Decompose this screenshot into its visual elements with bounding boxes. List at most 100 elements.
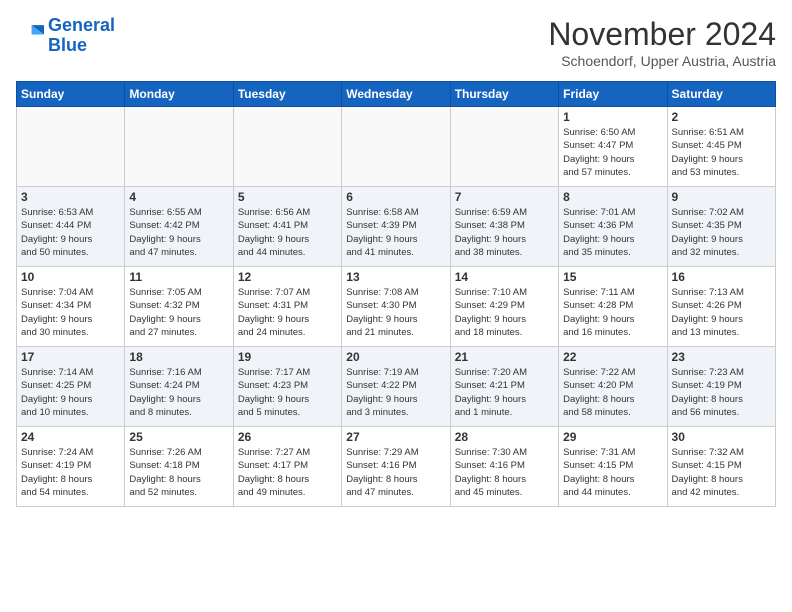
day-cell: 5 Sunrise: 6:56 AM Sunset: 4:41 PM Daylig…: [233, 187, 341, 267]
day-info: Sunrise: 6:53 AM Sunset: 4:44 PM Dayligh…: [21, 206, 120, 259]
day-number: 22: [563, 350, 662, 364]
weekday-header-saturday: Saturday: [667, 82, 775, 107]
day-number: 18: [129, 350, 228, 364]
day-info: Sunrise: 7:29 AM Sunset: 4:16 PM Dayligh…: [346, 446, 445, 499]
location-subtitle: Schoendorf, Upper Austria, Austria: [548, 53, 776, 69]
day-cell: 17 Sunrise: 7:14 AM Sunset: 4:25 PM Dayli…: [17, 347, 125, 427]
weekday-header-friday: Friday: [559, 82, 667, 107]
day-number: 13: [346, 270, 445, 284]
day-cell: 16Sunrise: 7:13 AM Sunset: 4:26 PM Dayli…: [667, 267, 775, 347]
day-info: Sunrise: 7:17 AM Sunset: 4:23 PM Dayligh…: [238, 366, 337, 419]
day-number: 29: [563, 430, 662, 444]
day-number: 19: [238, 350, 337, 364]
day-number: 6: [346, 190, 445, 204]
day-number: 12: [238, 270, 337, 284]
day-info: Sunrise: 7:19 AM Sunset: 4:22 PM Dayligh…: [346, 366, 445, 419]
day-cell: 14 Sunrise: 7:10 AM Sunset: 4:29 PM Dayli…: [450, 267, 558, 347]
month-title: November 2024: [548, 16, 776, 53]
day-number: 15: [563, 270, 662, 284]
day-number: 20: [346, 350, 445, 364]
logo-icon: [16, 22, 44, 50]
day-cell: [17, 107, 125, 187]
day-number: 9: [672, 190, 771, 204]
page-header: General Blue November 2024 Schoendorf, U…: [16, 16, 776, 69]
day-number: 8: [563, 190, 662, 204]
day-number: 16: [672, 270, 771, 284]
day-info: Sunrise: 7:22 AM Sunset: 4:20 PM Dayligh…: [563, 366, 662, 419]
day-cell: 27 Sunrise: 7:29 AM Sunset: 4:16 PM Dayli…: [342, 427, 450, 507]
day-cell: 24Sunrise: 7:24 AM Sunset: 4:19 PM Dayli…: [17, 427, 125, 507]
day-info: Sunrise: 7:20 AM Sunset: 4:21 PM Dayligh…: [455, 366, 554, 419]
day-number: 28: [455, 430, 554, 444]
day-number: 26: [238, 430, 337, 444]
weekday-header-wednesday: Wednesday: [342, 82, 450, 107]
day-cell: 2Sunrise: 6:51 AM Sunset: 4:45 PM Daylig…: [667, 107, 775, 187]
day-cell: 30 Sunrise: 7:32 AM Sunset: 4:15 PM Dayli…: [667, 427, 775, 507]
calendar-table: SundayMondayTuesdayWednesdayThursdayFrid…: [16, 81, 776, 507]
day-cell: 13 Sunrise: 7:08 AM Sunset: 4:30 PM Dayli…: [342, 267, 450, 347]
day-cell: 28 Sunrise: 7:30 AM Sunset: 4:16 PM Dayli…: [450, 427, 558, 507]
day-cell: 4 Sunrise: 6:55 AM Sunset: 4:42 PM Daylig…: [125, 187, 233, 267]
weekday-header-tuesday: Tuesday: [233, 82, 341, 107]
day-number: 30: [672, 430, 771, 444]
week-row-1: 1 Sunrise: 6:50 AM Sunset: 4:47 PM Daylig…: [17, 107, 776, 187]
day-cell: 6Sunrise: 6:58 AM Sunset: 4:39 PM Daylig…: [342, 187, 450, 267]
day-cell: 20 Sunrise: 7:19 AM Sunset: 4:22 PM Dayli…: [342, 347, 450, 427]
logo: General Blue: [16, 16, 115, 56]
day-cell: 25Sunrise: 7:26 AM Sunset: 4:18 PM Dayli…: [125, 427, 233, 507]
day-info: Sunrise: 6:55 AM Sunset: 4:42 PM Dayligh…: [129, 206, 228, 259]
day-cell: [342, 107, 450, 187]
day-info: Sunrise: 7:23 AM Sunset: 4:19 PM Dayligh…: [672, 366, 771, 419]
day-cell: 1 Sunrise: 6:50 AM Sunset: 4:47 PM Daylig…: [559, 107, 667, 187]
day-number: 5: [238, 190, 337, 204]
week-row-4: 17 Sunrise: 7:14 AM Sunset: 4:25 PM Dayli…: [17, 347, 776, 427]
day-info: Sunrise: 6:59 AM Sunset: 4:38 PM Dayligh…: [455, 206, 554, 259]
day-info: Sunrise: 7:04 AM Sunset: 4:34 PM Dayligh…: [21, 286, 120, 339]
day-cell: 9Sunrise: 7:02 AM Sunset: 4:35 PM Daylig…: [667, 187, 775, 267]
day-number: 4: [129, 190, 228, 204]
day-number: 14: [455, 270, 554, 284]
day-cell: 12 Sunrise: 7:07 AM Sunset: 4:31 PM Dayli…: [233, 267, 341, 347]
day-info: Sunrise: 7:27 AM Sunset: 4:17 PM Dayligh…: [238, 446, 337, 499]
day-cell: 18 Sunrise: 7:16 AM Sunset: 4:24 PM Dayli…: [125, 347, 233, 427]
day-info: Sunrise: 6:56 AM Sunset: 4:41 PM Dayligh…: [238, 206, 337, 259]
day-cell: 3 Sunrise: 6:53 AM Sunset: 4:44 PM Daylig…: [17, 187, 125, 267]
day-info: Sunrise: 7:31 AM Sunset: 4:15 PM Dayligh…: [563, 446, 662, 499]
weekday-header-sunday: Sunday: [17, 82, 125, 107]
day-info: Sunrise: 7:14 AM Sunset: 4:25 PM Dayligh…: [21, 366, 120, 419]
day-cell: 23Sunrise: 7:23 AM Sunset: 4:19 PM Dayli…: [667, 347, 775, 427]
day-cell: [125, 107, 233, 187]
day-info: Sunrise: 7:30 AM Sunset: 4:16 PM Dayligh…: [455, 446, 554, 499]
day-number: 17: [21, 350, 120, 364]
day-number: 24: [21, 430, 120, 444]
week-row-3: 10 Sunrise: 7:04 AM Sunset: 4:34 PM Dayli…: [17, 267, 776, 347]
weekday-header-thursday: Thursday: [450, 82, 558, 107]
day-number: 10: [21, 270, 120, 284]
weekday-header-monday: Monday: [125, 82, 233, 107]
day-info: Sunrise: 7:26 AM Sunset: 4:18 PM Dayligh…: [129, 446, 228, 499]
day-info: Sunrise: 7:32 AM Sunset: 4:15 PM Dayligh…: [672, 446, 771, 499]
day-number: 3: [21, 190, 120, 204]
day-number: 27: [346, 430, 445, 444]
day-cell: 10 Sunrise: 7:04 AM Sunset: 4:34 PM Dayli…: [17, 267, 125, 347]
day-cell: 19 Sunrise: 7:17 AM Sunset: 4:23 PM Dayli…: [233, 347, 341, 427]
day-cell: 11 Sunrise: 7:05 AM Sunset: 4:32 PM Dayli…: [125, 267, 233, 347]
day-info: Sunrise: 7:08 AM Sunset: 4:30 PM Dayligh…: [346, 286, 445, 339]
day-number: 11: [129, 270, 228, 284]
day-info: Sunrise: 7:05 AM Sunset: 4:32 PM Dayligh…: [129, 286, 228, 339]
day-info: Sunrise: 7:07 AM Sunset: 4:31 PM Dayligh…: [238, 286, 337, 339]
day-cell: 29 Sunrise: 7:31 AM Sunset: 4:15 PM Dayli…: [559, 427, 667, 507]
day-info: Sunrise: 7:01 AM Sunset: 4:36 PM Dayligh…: [563, 206, 662, 259]
day-info: Sunrise: 7:16 AM Sunset: 4:24 PM Dayligh…: [129, 366, 228, 419]
day-info: Sunrise: 7:11 AM Sunset: 4:28 PM Dayligh…: [563, 286, 662, 339]
day-number: 21: [455, 350, 554, 364]
logo-line1: General: [48, 15, 115, 35]
week-row-2: 3 Sunrise: 6:53 AM Sunset: 4:44 PM Daylig…: [17, 187, 776, 267]
day-info: Sunrise: 6:50 AM Sunset: 4:47 PM Dayligh…: [563, 126, 662, 179]
week-row-5: 24Sunrise: 7:24 AM Sunset: 4:19 PM Dayli…: [17, 427, 776, 507]
day-number: 1: [563, 110, 662, 124]
day-number: 2: [672, 110, 771, 124]
day-cell: [450, 107, 558, 187]
day-cell: 22 Sunrise: 7:22 AM Sunset: 4:20 PM Dayli…: [559, 347, 667, 427]
day-info: Sunrise: 7:10 AM Sunset: 4:29 PM Dayligh…: [455, 286, 554, 339]
